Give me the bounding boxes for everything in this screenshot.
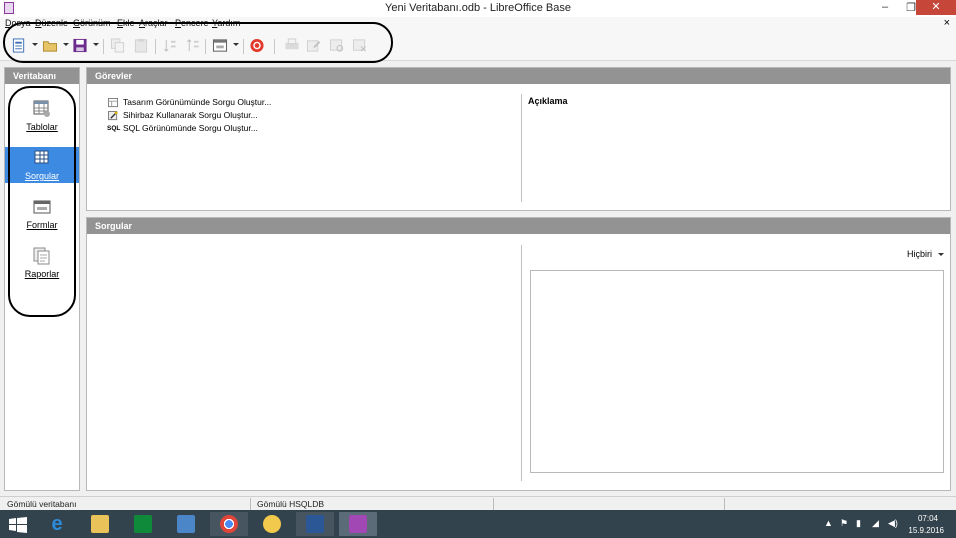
chevron-down-icon — [938, 253, 945, 257]
status-engine: Gömülü HSQLDB — [257, 499, 325, 509]
taskbar-control-panel[interactable] — [167, 512, 205, 536]
file-explorer-icon — [91, 515, 109, 533]
windows-taskbar: e ▲ ⚑ ▮ ◢ ◀) 07:04 15.9.2016 — [0, 510, 956, 538]
clock-date[interactable]: 15.9.2016 — [908, 526, 944, 535]
taskbar-chrome[interactable] — [210, 512, 248, 536]
status-bar: Gömülü veritabanı Gömülü HSQLDB — [0, 496, 956, 510]
taskbar-libreoffice-base[interactable] — [339, 512, 377, 536]
minimize-button[interactable]: ‒ — [876, 1, 894, 13]
taskbar-word[interactable] — [296, 512, 334, 536]
start-button[interactable] — [0, 512, 38, 536]
internet-explorer-icon: e — [51, 513, 63, 535]
store-icon — [134, 515, 152, 533]
preview-area — [530, 270, 944, 473]
queries-header: Sorgular — [87, 218, 950, 234]
description-header: Açıklama — [528, 96, 568, 106]
taskbar-file-explorer[interactable] — [81, 512, 119, 536]
sql-icon: SQL — [107, 125, 121, 132]
task-label: Sihirbaz Kullanarak Sorgu Oluştur... — [123, 110, 258, 120]
paint-icon — [263, 515, 281, 533]
libreoffice-base-icon — [349, 515, 367, 533]
tasks-header: Görevler — [87, 68, 950, 84]
status-separator — [493, 498, 494, 510]
action-center-icon[interactable]: ⚑ — [840, 518, 848, 529]
volume-icon[interactable]: ◀) — [888, 518, 898, 529]
taskbar-internet-explorer[interactable]: e — [38, 512, 76, 536]
taskbar-store[interactable] — [124, 512, 162, 536]
design-view-icon — [108, 98, 119, 108]
queries-divider — [521, 245, 522, 481]
clock-time[interactable]: 07:04 — [918, 514, 938, 523]
task-label: SQL Görünümünde Sorgu Oluştur... — [123, 123, 258, 133]
wizard-icon — [108, 111, 118, 121]
control-panel-icon — [177, 515, 195, 533]
database-panel-header: Veritabanı — [5, 68, 79, 84]
status-database-type: Gömülü veritabanı — [7, 499, 77, 509]
sidebar-highlight-annotation — [8, 86, 76, 317]
taskbar-paint[interactable] — [253, 512, 291, 536]
preview-select-value: Hiçbiri — [907, 249, 933, 259]
word-icon — [306, 515, 324, 533]
status-separator — [250, 498, 251, 510]
window-title: Yeni Veritabanı.odb - LibreOffice Base — [385, 2, 571, 14]
power-icon[interactable]: ▮ — [856, 518, 861, 529]
chrome-icon — [220, 515, 238, 533]
close-button[interactable]: ✕ — [916, 0, 956, 15]
tasks-section: Görevler Tasarım Görünümünde Sorgu Oluşt… — [86, 67, 951, 211]
tasks-divider — [521, 94, 522, 202]
network-icon[interactable]: ◢ — [872, 518, 879, 529]
document-close-button[interactable]: × — [944, 17, 950, 29]
toolbar-highlight-annotation — [3, 22, 393, 63]
preview-select[interactable]: Hiçbiri — [907, 249, 945, 259]
queries-section: Sorgular Hiçbiri — [86, 217, 951, 491]
title-bar: Yeni Veritabanı.odb - LibreOffice Base ‒… — [0, 0, 956, 17]
task-label: Tasarım Görünümünde Sorgu Oluştur... — [123, 97, 272, 107]
show-hidden-icons-icon[interactable]: ▲ — [824, 518, 833, 528]
status-separator — [724, 498, 725, 510]
start-icon — [9, 517, 27, 533]
